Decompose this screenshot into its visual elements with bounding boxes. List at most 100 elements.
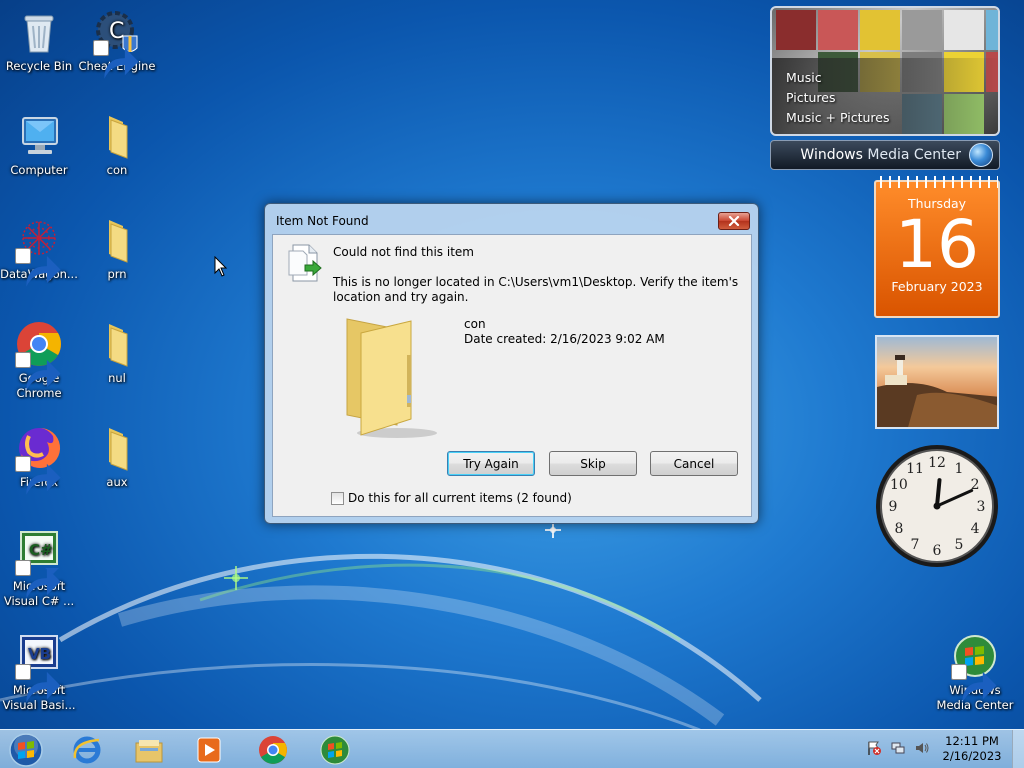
desktop-folder-con[interactable]: con <box>78 112 156 178</box>
cheat-engine-icon: C <box>93 8 141 79</box>
clock-hour-hand <box>935 478 942 508</box>
skip-button-label: Skip <box>580 456 606 471</box>
desktop-icon-label: Recycle Bin <box>5 59 73 73</box>
media-center-gadget[interactable]: Music Pictures Music + Pictures Windows … <box>770 6 1000 170</box>
desktop-icon-label: nul <box>108 371 126 385</box>
media-tile <box>860 10 900 50</box>
internet-explorer-icon <box>73 736 101 764</box>
volume-icon[interactable] <box>914 740 930 756</box>
mouse-cursor-icon <box>214 256 228 277</box>
taskbar-internet-explorer[interactable] <box>62 732 112 768</box>
media-center-menu-item[interactable]: Music + Pictures <box>786 108 890 128</box>
shortcut-arrow-icon <box>93 40 139 79</box>
folder-icon <box>337 315 449 439</box>
shortcut-arrow-icon <box>15 352 61 391</box>
media-center-brand-bar[interactable]: Windows Media Center <box>770 140 1000 170</box>
close-icon <box>728 216 740 226</box>
svg-text:C#: C# <box>29 541 53 559</box>
media-tile <box>818 10 858 50</box>
windows-media-center-icon <box>951 632 999 703</box>
item-not-found-dialog[interactable]: Item Not Found Could not find this item … <box>264 203 759 524</box>
windows-media-center-icon <box>320 735 350 765</box>
windows-explorer-icon <box>135 740 163 763</box>
media-player-icon <box>197 737 221 763</box>
desktop-folder-nul[interactable]: nul <box>78 320 156 386</box>
clock-face: 1234567891011 12 <box>876 445 998 567</box>
clock-numeral: 1 <box>955 461 964 477</box>
calendar-gadget[interactable]: Thursday 16 February 2023 <box>874 176 1000 318</box>
start-button[interactable] <box>6 731 46 768</box>
windows-orb-icon <box>9 733 43 767</box>
close-button[interactable] <box>718 212 750 230</box>
desktop-icon-firefox[interactable]: Firefox <box>0 424 78 495</box>
clock-gadget[interactable]: 1 2 3 4 5 6 7 8 9 10 11 12 <box>874 443 1000 569</box>
desktop-icon-computer[interactable]: Computer <box>0 112 78 178</box>
desktop-icon-datawagon[interactable]: DataWagon... <box>0 216 78 287</box>
cancel-button[interactable]: Cancel <box>650 451 738 476</box>
media-tile <box>776 10 816 50</box>
calendar-month-year: February 2023 <box>891 279 983 294</box>
desktop-icon-visual-basic[interactable]: VB Microsoft Visual Basi... <box>0 632 78 713</box>
apply-to-all-label[interactable]: Do this for all current items (2 found) <box>348 491 572 505</box>
svg-text:VB: VB <box>28 645 51 663</box>
message-heading: Could not find this item <box>333 245 474 259</box>
lighthouse-photo <box>877 337 997 427</box>
visual-basic-icon: VB <box>15 632 63 703</box>
desktop-folder-prn[interactable]: prn <box>78 216 156 282</box>
chrome-icon <box>259 736 287 764</box>
desktop-icon-google-chrome[interactable]: Google Chrome <box>0 320 78 401</box>
computer-icon <box>15 112 63 160</box>
desktop-icon-visual-csharp[interactable]: C# Microsoft Visual C# ... <box>0 528 78 609</box>
clock-numeral: 5 <box>955 537 964 553</box>
desktop-icon-label: aux <box>106 475 128 489</box>
action-center-flag-icon[interactable] <box>866 740 882 756</box>
try-again-button[interactable]: Try Again <box>447 451 535 476</box>
dialog-body: Could not find this item This is no long… <box>272 234 752 517</box>
clock-numeral: 10 <box>890 477 908 493</box>
tray-clock[interactable]: 12:11 PM 2/16/2023 <box>940 734 1004 764</box>
media-center-menu: Music Pictures Music + Pictures <box>786 68 890 128</box>
media-tile <box>944 10 984 50</box>
media-center-brand-b: Media Center <box>867 147 961 163</box>
apply-to-all-checkbox-row[interactable]: Do this for all current items (2 found) <box>331 491 572 505</box>
folder-icon <box>93 216 141 264</box>
try-again-button-label: Try Again <box>463 456 519 471</box>
desktop-icon-cheat-engine[interactable]: C Cheat Engine <box>78 8 156 79</box>
recycle-bin-icon <box>15 8 63 56</box>
desktop-icon-label: Computer <box>10 163 68 177</box>
datawagon-icon <box>15 216 63 287</box>
windows-orb-icon <box>969 143 993 167</box>
media-center-menu-item[interactable]: Music <box>786 68 890 88</box>
message-detail: This is no longer located in C:\Users\vm… <box>333 275 739 304</box>
file-move-icon <box>287 243 323 283</box>
taskbar-windows-media-center[interactable] <box>310 732 360 768</box>
show-desktop-button[interactable] <box>1012 730 1024 768</box>
taskbar-media-player[interactable] <box>184 732 234 768</box>
desktop-icon-label: prn <box>107 267 127 281</box>
shortcut-arrow-icon <box>15 560 61 599</box>
desktop-icon-recycle-bin[interactable]: Recycle Bin <box>0 8 78 74</box>
apply-to-all-checkbox[interactable] <box>331 491 344 505</box>
shortcut-arrow-icon <box>15 664 61 703</box>
calendar-rings <box>876 176 998 188</box>
taskbar-windows-explorer[interactable] <box>124 732 174 768</box>
skip-button[interactable]: Skip <box>549 451 637 476</box>
media-tile <box>986 10 998 50</box>
shortcut-arrow-icon <box>951 664 997 703</box>
tray-date: 2/16/2023 <box>942 749 1002 763</box>
system-tray <box>866 740 930 756</box>
clock-numeral: 8 <box>894 521 903 537</box>
desktop-folder-aux[interactable]: aux <box>78 424 156 490</box>
cancel-button-label: Cancel <box>673 456 715 471</box>
calendar-day: 16 <box>895 206 979 283</box>
desktop-icon-windows-media-center[interactable]: Windows Media Center <box>936 632 1014 713</box>
tray-time: 12:11 PM <box>945 734 999 748</box>
clock-numeral: 12 <box>928 455 946 471</box>
desktop-icon-label: con <box>106 163 128 177</box>
network-icon[interactable] <box>890 740 906 756</box>
clock-numeral: 3 <box>977 499 986 515</box>
taskbar-google-chrome[interactable] <box>248 732 298 768</box>
media-center-menu-item[interactable]: Pictures <box>786 88 890 108</box>
clock-numeral: 9 <box>889 499 898 515</box>
slideshow-gadget[interactable] <box>875 335 999 429</box>
